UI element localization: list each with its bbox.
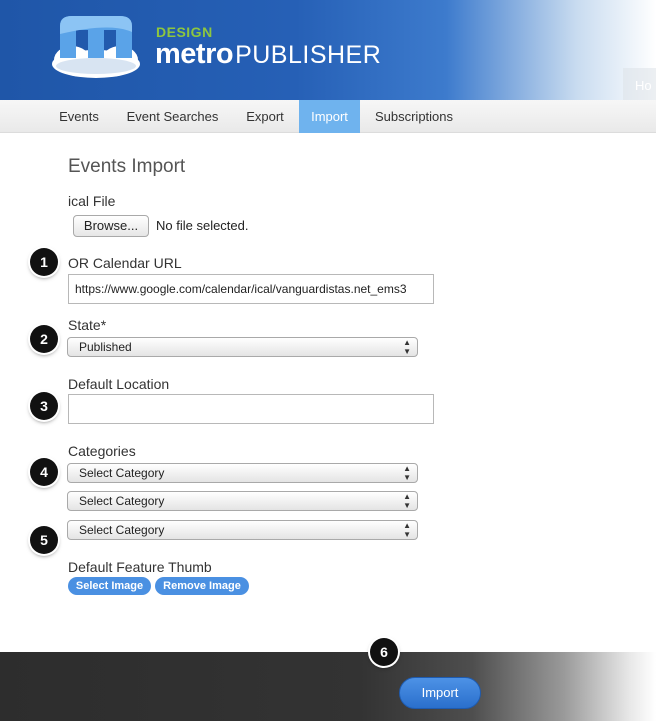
tab-import[interactable]: Import [299, 100, 360, 133]
tab-event-searches[interactable]: Event Searches [115, 100, 230, 133]
step-marker-3: 3 [30, 392, 58, 420]
default-feature-thumb-label: Default Feature Thumb [68, 559, 212, 575]
tab-export[interactable]: Export [236, 100, 294, 133]
import-button[interactable]: Import [399, 677, 481, 709]
step-marker-2: 2 [30, 325, 58, 353]
sub-navigation: Events Event Searches Export Import Subs… [0, 100, 656, 133]
state-label: State* [68, 317, 107, 333]
state-select-value: Published [79, 340, 132, 354]
home-tab[interactable]: Ho [623, 68, 656, 100]
page-title: Events Import [68, 156, 186, 177]
brand-name: metroPUBLISHER [155, 38, 381, 71]
calendar-url-input[interactable]: https://www.google.com/calendar/ical/van… [68, 274, 434, 304]
select-arrows-icon: ▲ ▼ [403, 521, 411, 539]
category-select-1[interactable]: Select Category ▲ ▼ [67, 463, 418, 483]
browse-button[interactable]: Browse... [73, 215, 149, 237]
footer-bar [0, 652, 656, 721]
state-select[interactable]: Published ▲ ▼ [67, 337, 418, 357]
select-arrows-icon: ▲ ▼ [403, 492, 411, 510]
step-marker-6: 6 [370, 638, 398, 666]
category-select-value: Select Category [79, 466, 165, 480]
calendar-url-label: OR Calendar URL [68, 255, 182, 271]
select-image-button[interactable]: Select Image [68, 577, 151, 595]
default-location-label: Default Location [68, 376, 170, 392]
header-banner: DESIGN metroPUBLISHER Ho [0, 0, 656, 100]
remove-image-button[interactable]: Remove Image [155, 577, 249, 595]
file-status-text: No file selected. [156, 218, 249, 233]
step-marker-1: 1 [30, 248, 58, 276]
categories-label: Categories [68, 443, 136, 459]
brand-name-regular: PUBLISHER [235, 41, 382, 69]
category-select-value: Select Category [79, 494, 165, 508]
tab-events[interactable]: Events [49, 100, 109, 133]
category-select-value: Select Category [79, 523, 165, 537]
select-arrows-icon: ▲ ▼ [403, 338, 411, 356]
ical-file-label: ical File [68, 193, 116, 209]
category-select-3[interactable]: Select Category ▲ ▼ [67, 520, 418, 540]
metro-cloud-logo-icon [52, 16, 140, 78]
step-marker-5: 5 [30, 526, 58, 554]
default-location-input[interactable] [68, 394, 434, 424]
tab-subscriptions[interactable]: Subscriptions [366, 100, 462, 133]
brand-name-bold: metro [155, 38, 234, 70]
category-select-2[interactable]: Select Category ▲ ▼ [67, 491, 418, 511]
step-marker-4: 4 [30, 458, 58, 486]
select-arrows-icon: ▲ ▼ [403, 464, 411, 482]
